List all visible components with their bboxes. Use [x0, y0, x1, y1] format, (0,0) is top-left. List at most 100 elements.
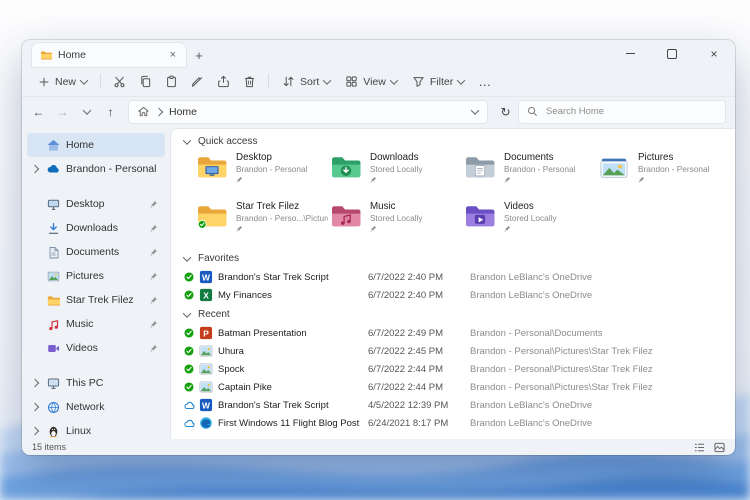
- sidebar-item-label: This PC: [66, 377, 162, 389]
- quick-access-tile-documents[interactable]: Documents Brandon - Personal: [463, 152, 597, 194]
- section-header-recent[interactable]: Recent: [171, 304, 735, 324]
- collapse-chevron-icon: [183, 309, 191, 317]
- expand-chevron-icon[interactable]: [30, 404, 40, 410]
- desktop: Home × + × New: [0, 0, 750, 500]
- sidebar-item-home[interactable]: Home: [27, 133, 165, 157]
- quick-access-tile-pictures[interactable]: Pictures Brandon - Personal: [597, 152, 731, 194]
- sort-button[interactable]: Sort: [275, 72, 337, 91]
- quick-access-tile-music[interactable]: Music Stored Locally: [329, 201, 463, 243]
- forward-button[interactable]: →: [51, 100, 74, 123]
- quick-access-tile-desktop[interactable]: Desktop Brandon - Personal: [195, 152, 329, 194]
- sidebar-item-music[interactable]: Music: [27, 312, 165, 336]
- quick-access-tile-videos[interactable]: Videos Stored Locally: [463, 201, 597, 243]
- share-button[interactable]: [211, 71, 236, 93]
- address-dropdown-icon[interactable]: [471, 106, 479, 114]
- tab-close-button[interactable]: ×: [168, 50, 178, 61]
- quick-access-tile-star-trek-filez[interactable]: Star Trek Filez Brandon - Perso...\Pictu…: [195, 201, 329, 243]
- section-header-favorites[interactable]: Favorites: [171, 248, 735, 268]
- cut-button[interactable]: [107, 71, 132, 93]
- synced-icon: [184, 382, 199, 392]
- sidebar-item-linux[interactable]: Linux: [27, 419, 165, 439]
- rename-button[interactable]: [185, 71, 210, 93]
- synced-icon: [184, 328, 199, 338]
- search-input[interactable]: [544, 105, 717, 118]
- file-name: Batman Presentation: [218, 328, 368, 339]
- tile-subtitle: Brandon - Personal: [236, 164, 308, 174]
- excel-doc-icon: X: [199, 288, 218, 302]
- chevron-down-icon: [82, 106, 90, 114]
- refresh-button[interactable]: ↻: [494, 100, 517, 123]
- toolbar-separator: [268, 74, 269, 89]
- pin-icon: [236, 176, 308, 183]
- title-bar: Home × + ×: [22, 40, 735, 67]
- expand-chevron-icon[interactable]: [30, 380, 40, 386]
- filter-icon: [412, 75, 425, 88]
- view-button[interactable]: View: [338, 72, 404, 91]
- sidebar-item-desktop[interactable]: Desktop: [27, 192, 165, 216]
- section-header-quick-access[interactable]: Quick access: [171, 131, 735, 151]
- section-title: Recent: [198, 309, 230, 320]
- file-row-batman-presentation[interactable]: P Batman Presentation 6/7/2022 2:49 PM B…: [171, 324, 735, 342]
- synced-icon: [184, 290, 199, 300]
- file-date: 6/7/2022 2:45 PM: [368, 346, 470, 357]
- file-location: Brandon - Personal\Pictures\Star Trek Fi…: [470, 382, 735, 393]
- file-row-uhura[interactable]: Uhura 6/7/2022 2:45 PM Brandon - Persona…: [171, 342, 735, 360]
- maximize-button[interactable]: [651, 40, 693, 67]
- file-row-brandons-star-trek-script[interactable]: W Brandon's Star Trek Script 6/7/2022 2:…: [171, 268, 735, 286]
- share-icon: [217, 75, 230, 88]
- delete-button[interactable]: [237, 71, 262, 93]
- minimize-button[interactable]: [609, 40, 651, 67]
- sidebar-item-videos[interactable]: Videos: [27, 336, 165, 360]
- breadcrumb[interactable]: Home: [128, 100, 488, 124]
- quick-access-tile-downloads[interactable]: Downloads Stored Locally: [329, 152, 463, 194]
- see-more-button[interactable]: …: [472, 74, 498, 89]
- new-button[interactable]: New: [31, 73, 94, 91]
- sidebar-item-label: Desktop: [66, 198, 145, 210]
- pictures-folder-icon: [597, 153, 631, 181]
- file-row-spock[interactable]: Spock 6/7/2022 2:44 PM Brandon - Persona…: [171, 360, 735, 378]
- back-button[interactable]: ←: [27, 100, 50, 123]
- pin-icon: [504, 176, 576, 183]
- sidebar-item-downloads[interactable]: Downloads: [27, 216, 165, 240]
- quick-access-grid: Desktop Brandon - Personal Downloads Sto…: [171, 151, 735, 248]
- copy-button[interactable]: [133, 71, 158, 93]
- sidebar-item-this-pc[interactable]: This PC: [27, 371, 165, 395]
- file-row-captain-pike[interactable]: Captain Pike 6/7/2022 2:44 PM Brandon - …: [171, 378, 735, 396]
- filter-button[interactable]: Filter: [405, 72, 471, 91]
- sidebar-item-network[interactable]: Network: [27, 395, 165, 419]
- expand-chevron-icon[interactable]: [30, 166, 40, 172]
- tab-home[interactable]: Home ×: [32, 43, 186, 67]
- synced-icon: [184, 364, 199, 374]
- linux-icon: [45, 425, 61, 438]
- file-location: Brandon - Personal\Pictures\Star Trek Fi…: [470, 346, 735, 357]
- downloads-icon: [45, 222, 61, 235]
- paste-button[interactable]: [159, 71, 184, 93]
- sidebar-item-star-trek-filez[interactable]: Star Trek Filez: [27, 288, 165, 312]
- powerpoint-doc-icon: P: [199, 326, 218, 340]
- edge-html-icon: [199, 416, 218, 430]
- details-view-toggle[interactable]: [694, 442, 705, 453]
- collapse-chevron-icon: [183, 253, 191, 261]
- items-count: 15 items: [32, 442, 66, 452]
- large-thumbnails-view-toggle[interactable]: [714, 442, 725, 453]
- file-row-brandons-star-trek-script-2[interactable]: W Brandon's Star Trek Script 4/5/2022 12…: [171, 396, 735, 414]
- file-date: 6/7/2022 2:40 PM: [368, 290, 470, 301]
- up-button[interactable]: ↑: [99, 100, 122, 123]
- expand-chevron-icon[interactable]: [30, 428, 40, 434]
- toolbar-separator: [100, 74, 101, 89]
- sidebar-item-documents[interactable]: Documents: [27, 240, 165, 264]
- file-name: Spock: [218, 364, 368, 375]
- search-icon: [527, 106, 538, 117]
- sidebar-item-onedrive[interactable]: Brandon - Personal: [27, 157, 165, 181]
- close-button[interactable]: ×: [693, 40, 735, 67]
- breadcrumb-item[interactable]: Home: [169, 106, 197, 118]
- tile-name: Documents: [504, 152, 576, 163]
- search-box[interactable]: [518, 100, 726, 124]
- sidebar-item-pictures[interactable]: Pictures: [27, 264, 165, 288]
- pin-icon: [150, 200, 162, 208]
- recent-locations-button[interactable]: [75, 100, 98, 123]
- new-tab-button[interactable]: +: [186, 43, 212, 67]
- file-row-my-finances[interactable]: X My Finances 6/7/2022 2:40 PM Brandon L…: [171, 286, 735, 304]
- tile-name: Desktop: [236, 152, 308, 163]
- file-row-first-windows-11-flight-blog-post[interactable]: First Windows 11 Flight Blog Post 6/24/2…: [171, 414, 735, 432]
